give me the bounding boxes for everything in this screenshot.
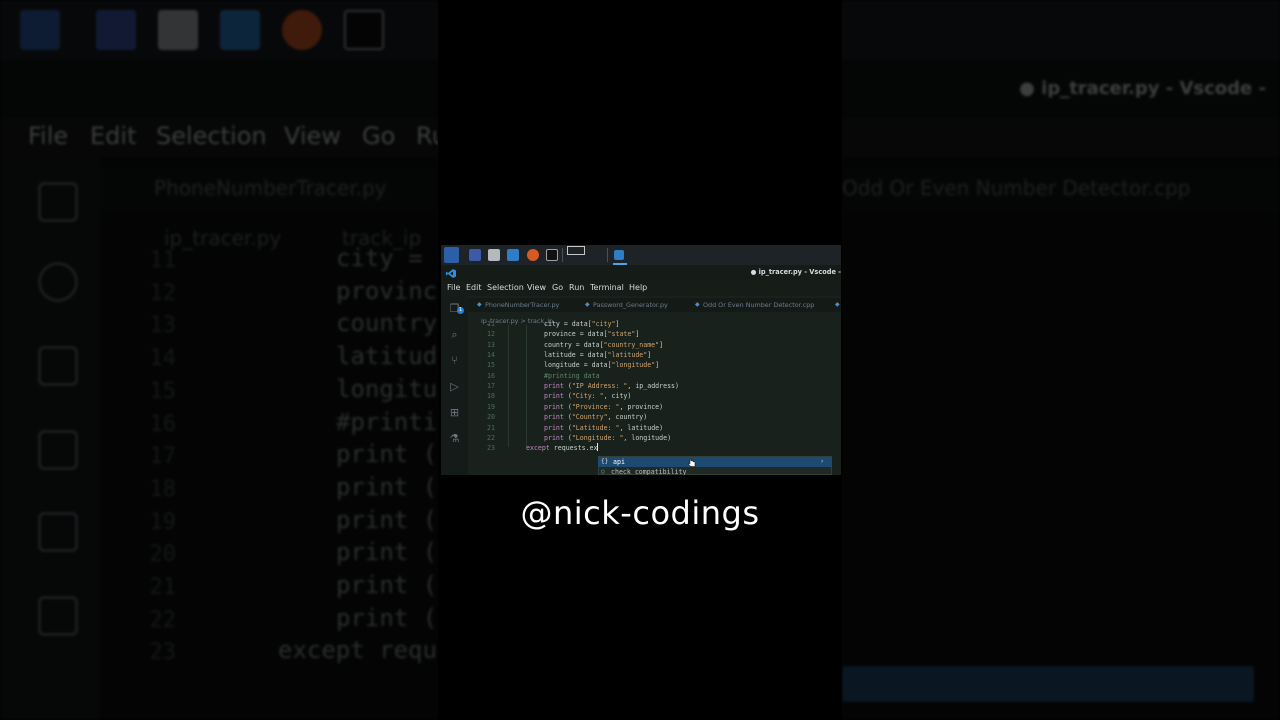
vscode-screenshot: ● ip_tracer.py - Vscode - File Edit Sele… [441,245,841,475]
code-line[interactable]: print ("City: ", city) [544,391,631,401]
window-preview-icon[interactable] [567,246,585,255]
suggestion-label[interactable]: check_compatibility [611,467,686,475]
module-icon: {} [601,458,609,465]
start-menu-icon[interactable] [444,247,459,263]
tab-label: PhoneNumberTracer.py [485,301,560,309]
line-number: 16 [487,371,495,380]
taskbar-separator [562,248,563,262]
menu-view[interactable]: View [527,283,546,292]
code-line[interactable]: print ("Latitude: ", latitude) [544,423,663,433]
line-number: 13 [487,340,495,349]
line-number: 19 [487,402,495,411]
suggestion-selected[interactable] [598,457,832,467]
tab-password-generator[interactable]: ◆ Password_Generator.py [583,298,668,312]
testing-icon[interactable]: ⚗ [449,433,460,444]
tab-overflow[interactable]: ◆ [833,298,841,312]
code-line[interactable]: province = data["state"] [544,329,639,339]
line-number: 20 [487,413,495,422]
code-line[interactable]: print ("Longitude: ", longitude) [544,433,671,443]
tab-odd-or-even[interactable]: ◆ Odd Or Even Number Detector.cpp [693,298,814,312]
menu-help[interactable]: Help [629,283,647,292]
explorer-badge: 1 [457,307,464,314]
code-line[interactable]: longitude = data["longitude"] [544,360,659,370]
text-cursor [597,443,599,452]
menu-go[interactable]: Go [552,283,563,292]
vscode-taskbar-icon[interactable] [507,249,519,261]
line-number: 21 [487,423,495,432]
chevron-right-icon[interactable]: › [821,457,823,467]
tab-phone-number-tracer[interactable]: ◆ PhoneNumberTracer.py [475,298,559,312]
window-title: ● ip_tracer.py - Vscode - [750,268,841,276]
code-line[interactable]: city = data["city"] [544,319,619,329]
indent-guide [526,325,527,447]
indent-guide [508,325,509,447]
menu-file[interactable]: File [447,283,460,292]
os-taskbar [441,245,841,265]
python-file-icon: ◆ [477,301,482,308]
vscode-window-button-icon[interactable] [614,250,624,260]
line-number: 23 [487,444,495,453]
menu-run[interactable]: Run [569,283,584,292]
tab-label: Password_Generator.py [593,301,668,309]
breadcrumb-separator: > [520,317,526,325]
menu-selection[interactable]: Selection [487,283,524,292]
search-icon[interactable]: ⌕ [449,329,460,340]
run-debug-icon[interactable]: ▷ [449,381,460,392]
line-number: 17 [487,382,495,391]
code-line[interactable]: except requests.ex [526,443,599,453]
tab-label: Odd Or Even Number Detector.cpp [703,301,815,309]
menu-edit[interactable]: Edit [466,283,482,292]
line-number: 12 [487,330,495,339]
vscode-logo-icon [446,269,456,278]
suggestion-label[interactable]: api [613,457,625,467]
line-number: 11 [487,320,495,328]
desktop-icon[interactable] [469,249,481,261]
method-icon: ○ [601,468,605,475]
taskbar-separator [607,248,608,262]
code-line[interactable]: #printing data [544,371,600,381]
menu-terminal[interactable]: Terminal [590,283,624,292]
right-dark-panel [842,0,1280,720]
python-file-icon: ◆ [585,301,590,308]
line-number: 15 [487,361,495,370]
firefox-icon[interactable] [527,249,539,261]
code-line[interactable]: print ("Province: ", province) [544,402,663,412]
line-number: 18 [487,392,495,401]
mouse-pointer-icon [688,458,696,467]
channel-watermark: @nick-codings [520,494,760,532]
terminal-icon[interactable] [546,249,558,261]
code-line[interactable]: print ("IP Address: ", ip_address) [544,381,679,391]
line-number: 22 [487,433,495,442]
code-line[interactable]: latitude = data["latitude"] [544,350,651,360]
extensions-icon[interactable]: ⊞ [449,407,460,418]
line-number: 14 [487,351,495,360]
code-line[interactable]: country = data["country_name"] [544,340,663,350]
file-icon: ◆ [835,301,840,308]
left-dark-panel [0,0,438,720]
source-control-icon[interactable]: ⑂ [449,355,460,366]
code-line[interactable]: print ("Country", country) [544,412,647,422]
file-manager-icon[interactable] [488,249,500,261]
cpp-file-icon: ◆ [695,301,700,308]
